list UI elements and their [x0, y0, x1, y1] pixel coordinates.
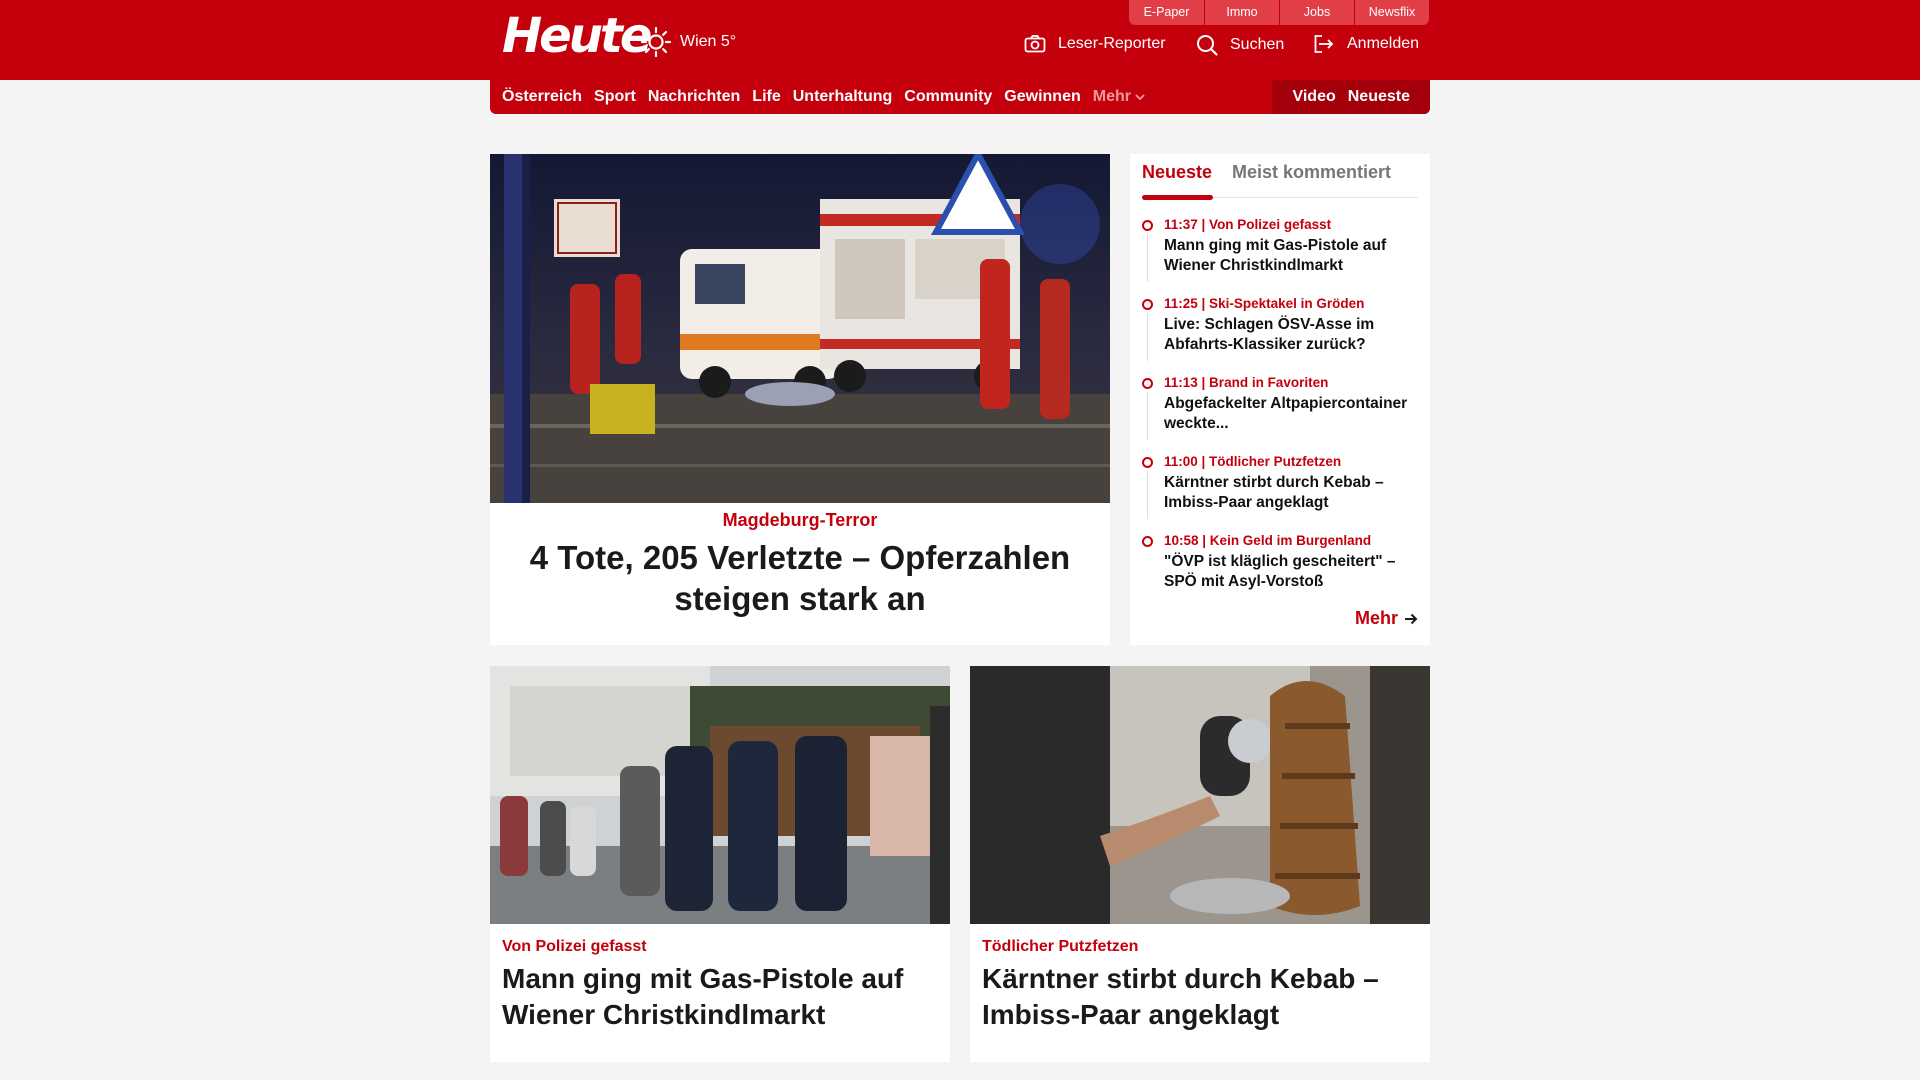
epaper-link[interactable]: E-Paper — [1129, 0, 1204, 25]
ticker-item[interactable]: 11:13 | Brand in Favoriten Abgefackelter… — [1142, 374, 1418, 453]
hero-headline[interactable]: 4 Tote, 205 Verletzte – Opferzahlen stei… — [510, 537, 1090, 619]
hero-kicker: Magdeburg-Terror — [722, 510, 878, 530]
tab-neueste[interactable]: Neueste — [1142, 162, 1212, 183]
ticker-meta: 11:25 | Ski-Spektakel in Gröden — [1164, 296, 1365, 311]
nav-neueste[interactable]: Neueste — [1348, 88, 1410, 106]
nav-right-group: Video Neueste — [1272, 80, 1430, 114]
timeline-line — [1147, 313, 1148, 361]
tab-meist-kommentiert[interactable]: Meist kommentiert — [1232, 162, 1391, 183]
nav-oesterreich[interactable]: Österreich — [502, 88, 582, 106]
sun-icon — [640, 26, 672, 58]
weather-widget[interactable]: Wien 5° — [640, 26, 736, 58]
nav-community[interactable]: Community — [904, 88, 992, 106]
timeline-dot — [1142, 220, 1153, 231]
article-headline[interactable]: Mann ging mit Gas-Pistole auf Wiener Chr… — [502, 961, 932, 1033]
search-label: Suchen — [1230, 36, 1285, 53]
article-headline[interactable]: Kärntner stirbt durch Kebab – Imbiss-Paa… — [982, 961, 1412, 1033]
article-image[interactable] — [490, 666, 950, 924]
chevron-down-icon — [1135, 94, 1145, 101]
newsflix-link[interactable]: Newsflix — [1354, 0, 1429, 25]
leser-reporter-button[interactable]: Leser-Reporter — [1024, 34, 1166, 54]
login-button[interactable]: Anmelden — [1313, 34, 1419, 54]
timeline-line — [1147, 471, 1148, 519]
hero-article[interactable]: Magdeburg-Terror 4 Tote, 205 Verletzte –… — [490, 154, 1110, 645]
news-ticker-sidebar: Neueste Meist kommentiert 11:37 | Von Po… — [1130, 154, 1430, 645]
ticker-meta: 10:58 | Kein Geld im Burgenland — [1164, 533, 1372, 548]
weather-label: Wien 5° — [680, 33, 737, 50]
article-kicker: Von Polizei gefasst — [502, 938, 647, 955]
search-icon — [1197, 35, 1218, 56]
service-links: E-Paper Immo Jobs Newsflix — [1129, 0, 1429, 25]
timeline-line — [1147, 234, 1148, 282]
jobs-link[interactable]: Jobs — [1279, 0, 1354, 25]
ticker-title[interactable]: Abgefackelter Altpapiercontainer weckte.… — [1164, 394, 1418, 434]
nav-more-label: Mehr — [1092, 88, 1131, 105]
article-card[interactable]: Tödlicher Putzfetzen Kärntner stirbt dur… — [970, 666, 1430, 1062]
arrow-right-icon — [1405, 613, 1418, 624]
login-label: Anmelden — [1347, 35, 1420, 52]
article-image[interactable] — [970, 666, 1430, 924]
site-header: Heute Wien 5° E-Paper Immo Jobs Newsflix… — [0, 0, 1920, 80]
camera-icon — [1024, 35, 1046, 53]
ticker-title[interactable]: Live: Schlagen ÖSV-Asse im Abfahrts-Klas… — [1164, 315, 1418, 355]
ticker-meta: 11:37 | Von Polizei gefasst — [1164, 217, 1332, 232]
hero-image[interactable] — [490, 154, 1110, 503]
heute-logo[interactable]: Heute — [502, 10, 652, 62]
timeline-dot — [1142, 378, 1153, 389]
nav-life[interactable]: Life — [752, 88, 780, 106]
ticker-item[interactable]: 11:25 | Ski-Spektakel in Gröden Live: Sc… — [1142, 295, 1418, 374]
ticker-title[interactable]: "ÖVP ist kläglich gescheitert" – SPÖ mit… — [1164, 552, 1418, 592]
nav-more-dropdown[interactable]: Mehr — [1093, 88, 1145, 106]
nav-sport[interactable]: Sport — [594, 88, 636, 106]
nav-unterhaltung[interactable]: Unterhaltung — [793, 88, 893, 106]
ticker-meta: 11:13 | Brand in Favoriten — [1164, 375, 1329, 390]
sidebar-more-label: Mehr — [1354, 608, 1398, 628]
ticker-item[interactable]: 11:00 | Tödlicher Putzfetzen Kärntner st… — [1142, 453, 1418, 532]
timeline-line — [1147, 392, 1148, 440]
article-kicker: Tödlicher Putzfetzen — [982, 938, 1139, 955]
ticker-title[interactable]: Mann ging mit Gas-Pistole auf Wiener Chr… — [1164, 236, 1418, 276]
sidebar-more-link[interactable]: Mehr — [1355, 608, 1418, 629]
timeline-dot — [1142, 536, 1153, 547]
tab-neueste-label: Neueste — [1142, 162, 1213, 182]
ticker-meta: 11:00 | Tödlicher Putzfetzen — [1164, 454, 1342, 469]
ticker-title[interactable]: Kärntner stirbt durch Kebab – Imbiss-Paa… — [1164, 473, 1418, 513]
ticker-list: 11:37 | Von Polizei gefasst Mann ging mi… — [1142, 216, 1418, 611]
timeline-dot — [1142, 299, 1153, 310]
nav-video[interactable]: Video — [1292, 88, 1335, 106]
main-nav: Österreich Sport Nachrichten Life Unterh… — [490, 80, 1430, 114]
nav-gewinnen[interactable]: Gewinnen — [1004, 88, 1080, 106]
article-card[interactable]: Von Polizei gefasst Mann ging mit Gas-Pi… — [490, 666, 950, 1062]
immo-link[interactable]: Immo — [1204, 0, 1279, 25]
login-icon — [1314, 35, 1334, 53]
sidebar-tabs: Neueste Meist kommentiert — [1142, 154, 1418, 200]
search-button[interactable]: Suchen — [1196, 34, 1284, 56]
timeline-dot — [1142, 457, 1153, 468]
ticker-item[interactable]: 10:58 | Kein Geld im Burgenland "ÖVP ist… — [1142, 532, 1418, 611]
ticker-item[interactable]: 11:37 | Von Polizei gefasst Mann ging mi… — [1142, 216, 1418, 295]
active-tab-indicator — [1142, 195, 1213, 200]
leser-reporter-label: Leser-Reporter — [1058, 35, 1166, 52]
nav-nachrichten[interactable]: Nachrichten — [648, 88, 740, 106]
